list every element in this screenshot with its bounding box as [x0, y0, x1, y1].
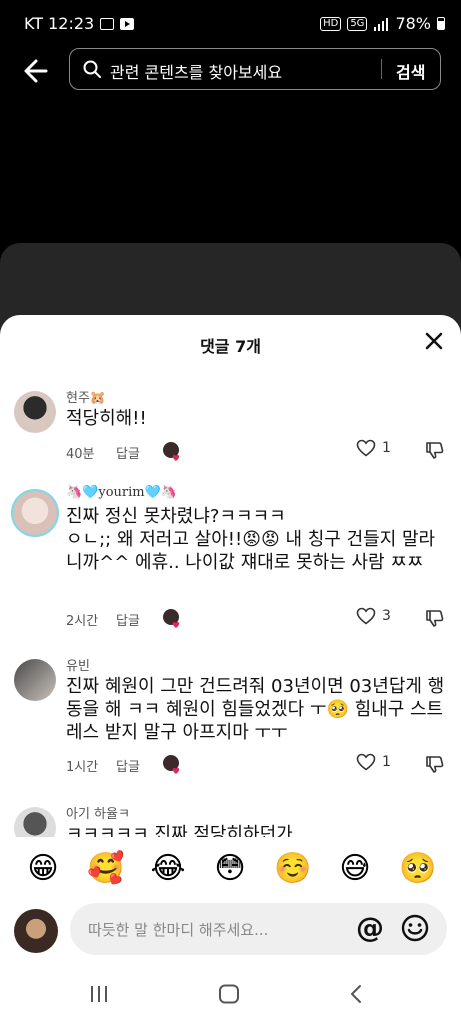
search-button[interactable]: 검색 [396, 59, 425, 83]
heart-icon[interactable] [356, 753, 376, 771]
sheet-title: 댓글 7개 [200, 337, 261, 356]
comment-input[interactable]: 따듯한 말 한마디 해주세요... @ [70, 903, 447, 955]
battery-icon [437, 17, 445, 30]
search-header: 관련 콘텐츠를 찾아보세요 검색 [0, 48, 461, 92]
emoji-laugh-button[interactable]: 😂 [150, 851, 186, 887]
comment-text: 진짜 정신 못차렸냐?ㅋㅋㅋㅋ ㅇㄴ;; 왜 저러고 살아!!😡😡 내 칭구 건… [66, 506, 436, 573]
system-nav-bar [0, 970, 461, 1024]
search-icon [83, 60, 101, 78]
comment-time: 2시간 [66, 613, 99, 629]
network-badge: 5G [347, 16, 368, 31]
status-bar: KT 12:23 HD 5G 78% [0, 0, 461, 48]
emoji-grin-button[interactable]: 😁 [25, 851, 61, 887]
carrier-time: KT 12:23 [24, 14, 95, 33]
status-left: KT 12:23 [24, 14, 135, 33]
youtube-icon [120, 17, 135, 30]
creator-liked-icon [162, 609, 180, 628]
emoji-pleading-button[interactable]: 🥺 [399, 851, 436, 887]
dislike-icon[interactable] [425, 608, 445, 628]
creator-liked-icon [162, 442, 180, 461]
emoji-sweat-button[interactable]: 😅 [337, 851, 373, 887]
avatar[interactable] [11, 489, 59, 537]
comment-text: 적당히해!! [66, 408, 147, 429]
heart-icon[interactable] [356, 439, 376, 457]
creator-liked-icon [162, 755, 180, 774]
comment-meta: 40분 답글 [66, 441, 184, 463]
comment-composer: 따듯한 말 한마디 해주세요... @ [0, 899, 461, 963]
comment-list[interactable]: 현주🐹 적당히해!! 40분 답글 1 🦄🩵yourim🩵🦄 진짜 정신 못차렸… [0, 377, 461, 837]
comment-meta: 1시간 답글 [66, 754, 184, 776]
reply-button[interactable]: 답글 [116, 756, 140, 775]
nav-back-icon[interactable] [348, 984, 364, 1004]
emoji-blush-button[interactable]: ☺️ [274, 851, 311, 887]
like-count: 1 [382, 754, 391, 770]
gallery-icon [100, 17, 115, 30]
like-control[interactable]: 1 [356, 753, 391, 771]
heart-icon[interactable] [356, 607, 376, 625]
close-icon[interactable] [423, 330, 445, 352]
comment-text: ㅋㅋㅋㅋㅋ 진짜 적당히하던가 [66, 824, 293, 837]
search-divider [381, 59, 382, 79]
comment-meta: 2시간 답글 [66, 608, 184, 630]
like-count: 3 [382, 608, 391, 624]
like-control[interactable]: 1 [356, 439, 391, 457]
comment-username[interactable]: 아기 하율ㅋ [66, 803, 130, 822]
comment-time: 1시간 [66, 759, 99, 775]
home-icon[interactable] [218, 984, 240, 1004]
avatar[interactable] [14, 659, 56, 701]
comment-username[interactable]: 현주🐹 [66, 387, 106, 406]
dislike-icon[interactable] [425, 440, 445, 460]
mention-icon[interactable]: @ [355, 913, 385, 943]
emoji-hearts-button[interactable]: 🥰 [87, 851, 124, 887]
comments-sheet: 댓글 7개 현주🐹 적당히해!! 40분 답글 1 🦄🩵yourim🩵🦄 진짜 … [0, 315, 461, 1024]
comment-username[interactable]: 🦄🩵yourim🩵🦄 [66, 485, 177, 500]
app-screen: KT 12:23 HD 5G 78% 관련 콘텐츠를 찾아보세요 검색 댓글 7… [0, 0, 461, 1024]
comment-item: 유빈 진짜 혜원이 그만 건드려줘 03년이면 03년답게 행동을 해 ㅋㅋ 혜… [0, 651, 461, 781]
search-box[interactable]: 관련 콘텐츠를 찾아보세요 검색 [69, 48, 441, 90]
comment-username[interactable]: 유빈 [66, 655, 90, 674]
like-count: 1 [382, 440, 391, 456]
comment-item: 🦄🩵yourim🩵🦄 진짜 정신 못차렸냐?ㅋㅋㅋㅋ ㅇㄴ;; 왜 저러고 살아… [0, 481, 461, 631]
recent-apps-icon[interactable] [89, 984, 109, 1004]
my-avatar [14, 909, 58, 953]
signal-icon [374, 17, 389, 31]
emoji-picker-icon[interactable] [400, 913, 430, 943]
emoji-flushed-button[interactable]: 😳 [212, 851, 248, 887]
like-control[interactable]: 3 [356, 607, 391, 625]
emoji-bar: 😁 🥰 😂 😳 ☺️ 😅 🥺 [0, 839, 461, 899]
hd-badge: HD [320, 16, 342, 31]
back-arrow-icon[interactable] [20, 54, 54, 88]
battery-percent: 78% [395, 14, 431, 33]
comment-time: 40분 [66, 446, 95, 462]
avatar[interactable] [14, 391, 56, 433]
comment-item: 아기 하율ㅋ ㅋㅋㅋㅋㅋ 진짜 적당히하던가 [0, 801, 461, 837]
search-input[interactable]: 관련 콘텐츠를 찾아보세요 [110, 59, 282, 83]
comment-item: 현주🐹 적당히해!! 40분 답글 1 [0, 383, 461, 463]
comment-input-placeholder: 따듯한 말 한마디 해주세요... [88, 921, 269, 939]
status-right: HD 5G 78% [320, 14, 445, 33]
reply-button[interactable]: 답글 [116, 610, 140, 629]
comment-text: 진짜 혜원이 그만 건드려줘 03년이면 03년답게 행동을 해 ㅋㅋ 혜원이 … [66, 676, 445, 743]
avatar[interactable] [14, 807, 56, 837]
reply-button[interactable]: 답글 [116, 443, 140, 462]
dislike-icon[interactable] [425, 754, 445, 774]
